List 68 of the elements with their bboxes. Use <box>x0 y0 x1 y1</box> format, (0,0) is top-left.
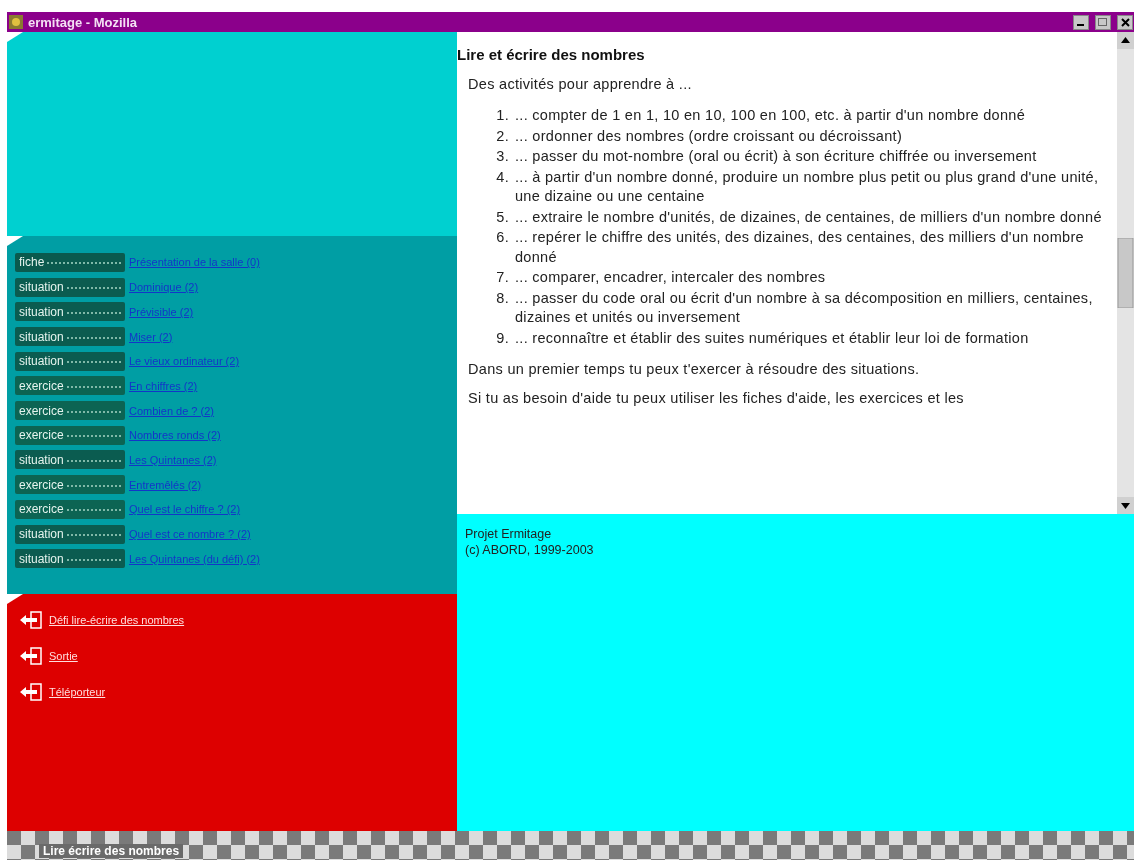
page-heading: Lire et écrire des nombres <box>457 46 646 64</box>
close-icon <box>1120 17 1130 27</box>
activity-link[interactable]: Combien de ? (2) <box>129 404 214 417</box>
paragraph: Si tu as besoin d'aide tu peux utiliser les fiches d'aide, les exercices et les <box>468 389 965 409</box>
list-number: 7. <box>495 268 510 288</box>
list-number: 2. <box>495 126 510 146</box>
activity-type-button[interactable]: exercice <box>15 499 125 519</box>
footer-text: Projet Ermitage <box>465 526 553 543</box>
list-item-text: ... à partir d'un nombre donné, produire un nombre plus petit ou plus grand d'une unité, une dizaine ou une centaine <box>515 167 1100 207</box>
navigation-link[interactable]: Défi lire-écrire des nombres <box>49 614 185 627</box>
activity-link[interactable]: Les Quintanes (du défi) (2) <box>129 552 260 565</box>
corner-mark-icon <box>7 594 23 605</box>
app-icon <box>9 15 23 30</box>
list-item-text: ... comparer, encadrer, intercaler des nombres <box>515 268 826 288</box>
activity-type-button[interactable]: situation <box>15 277 125 297</box>
activity-type-button[interactable]: situation <box>15 549 125 569</box>
minimize-button[interactable] <box>1073 14 1089 30</box>
scroll-down-icon[interactable] <box>1117 497 1134 515</box>
scroll-thumb[interactable] <box>1117 238 1134 309</box>
scroll-up-icon[interactable] <box>1117 32 1134 50</box>
list-item-text: ... compter de 1 en 1, 10 en 10, 100 en 100, etc. à partir d'un nombre donné <box>515 106 1026 126</box>
activity-type-button[interactable]: exercice <box>15 401 125 421</box>
window-title: ermitage - Mozilla <box>28 14 139 30</box>
navigation-link[interactable]: Téléporteur <box>49 686 106 699</box>
scrollbar[interactable] <box>1117 32 1134 515</box>
activity-link[interactable]: En chiffres (2) <box>129 379 198 392</box>
activity-type-button[interactable]: situation <box>15 327 125 347</box>
list-item-text: ... passer du mot-nombre (oral ou écrit) à son écriture chiffrée ou inversement <box>515 147 1037 167</box>
list-number: 1. <box>495 106 510 126</box>
corner-mark-icon <box>7 32 23 43</box>
activity-type-button[interactable]: fiche <box>15 253 125 272</box>
list-item-text: ... passer du code oral ou écrit d'un nombre à sa décomposition en milliers, centaines, dizaines et unités ou inversement <box>515 288 1094 328</box>
list-item-text: ... repérer le chiffre des unités, des dizaines, des centaines, des milliers d'un nombre donné <box>515 228 1085 267</box>
activity-link[interactable]: Présentation de la salle (0) <box>129 256 260 269</box>
list-item-text: ... ordonner des nombres (ordre croissant ou décroissant) <box>515 126 903 146</box>
activity-type-button[interactable]: situation <box>15 302 125 322</box>
list-item-text: ... extraire le nombre d'unités, de dizaines, de centaines, de milliers d'un nombre donné <box>515 207 1102 227</box>
list-number: 6. <box>495 228 510 248</box>
navigation-link[interactable]: Sortie <box>49 650 78 663</box>
activity-type-button[interactable]: situation <box>15 450 125 470</box>
activity-link[interactable]: Dominique (2) <box>129 281 199 294</box>
list-number: 4. <box>495 167 510 187</box>
activity-type-button[interactable]: situation <box>15 524 125 544</box>
list-number: 5. <box>495 207 510 227</box>
list-item-text: ... reconnaître et établir des suites numériques et établir leur loi de formation <box>515 328 1029 348</box>
activity-type-button[interactable]: exercice <box>15 475 125 495</box>
activity-link[interactable]: Nombres ronds (2) <box>129 429 221 442</box>
activity-type-button[interactable]: exercice <box>15 425 125 445</box>
maximize-icon <box>1098 17 1108 27</box>
activity-link[interactable]: Entremêlés (2) <box>129 478 202 491</box>
list-number: 9. <box>495 328 510 348</box>
activity-link[interactable]: Quel est le chiffre ? (2) <box>129 503 241 516</box>
activity-link[interactable]: Le vieux ordinateur (2) <box>129 355 240 368</box>
activity-link[interactable]: Quel est ce nombre ? (2) <box>129 528 251 541</box>
paragraph: Dans un premier temps tu peux t'exercer à résoudre des situations. <box>468 360 921 380</box>
list-number: 8. <box>495 288 510 308</box>
activity-link[interactable]: Prévisible (2) <box>129 305 194 318</box>
close-button[interactable] <box>1117 14 1133 30</box>
corner-mark-icon <box>7 236 23 247</box>
activity-link[interactable]: Les Quintanes (2) <box>129 454 217 466</box>
footer-text: (c) ABORD, 1999-2003 <box>465 542 595 559</box>
status-text: Lire écrire des nombres <box>39 844 184 858</box>
activity-link[interactable]: Miser (2) <box>129 330 173 343</box>
intro-text: Des activités pour apprendre à ... <box>468 75 693 95</box>
maximize-button[interactable] <box>1095 14 1111 30</box>
list-number: 3. <box>495 147 510 167</box>
activity-type-button[interactable]: exercice <box>15 376 125 396</box>
activity-type-button[interactable]: situation <box>15 351 125 371</box>
